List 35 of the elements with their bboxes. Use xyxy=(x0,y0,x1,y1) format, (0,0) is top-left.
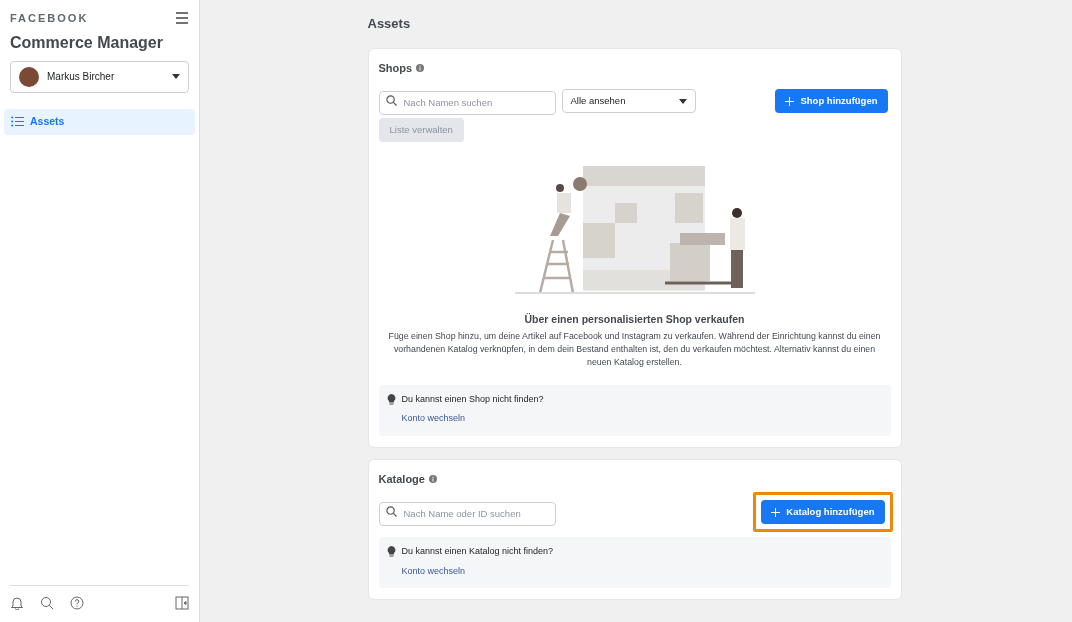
help-icon[interactable] xyxy=(70,596,84,610)
empty-state-heading: Über einen personalisierten Shop verkaufen xyxy=(523,312,746,328)
search-icon xyxy=(385,506,397,518)
section-title: Kataloge xyxy=(378,471,425,487)
add-catalog-button[interactable]: Katalog hinzufügen xyxy=(761,500,885,525)
plus-icon xyxy=(771,507,781,517)
plus-icon xyxy=(785,96,795,106)
notification-icon[interactable] xyxy=(10,596,24,610)
list-icon xyxy=(11,116,24,127)
brand-label: FACEBOOK xyxy=(10,11,89,26)
info-icon xyxy=(416,63,425,72)
add-shop-button[interactable]: Shop hinzufügen xyxy=(775,89,888,113)
lightbulb-icon xyxy=(386,546,396,558)
caret-icon xyxy=(172,74,180,79)
menu-icon[interactable] xyxy=(175,12,189,25)
app-title: Commerce Manager xyxy=(9,32,164,53)
search-icon[interactable] xyxy=(40,596,54,610)
filter-dropdown[interactable]: Alle ansehen xyxy=(561,89,696,113)
empty-state-text: Füge einen Shop hinzu, um deine Artikel auf Facebook und Instagram zu verkaufen. Während der Einrichtung kannst du einen vorhandenen Katalog verknüpfen, in dem dein Bestand enthalten ist, den du verkaufen möchtest. Alternativ kannst du einen neuen Katalog erstellen. xyxy=(387,329,882,369)
lightbulb-icon xyxy=(386,393,396,405)
nav-item[interactable]: Assets xyxy=(4,108,195,135)
switch-account-link[interactable]: Konto wechseln xyxy=(401,412,544,426)
section-title: Shops xyxy=(378,60,413,76)
avatar xyxy=(19,66,39,87)
account-dropdown[interactable]: Markus Bircher xyxy=(10,60,189,93)
panel-toggle-icon[interactable] xyxy=(175,596,189,610)
switch-account-link[interactable]: Konto wechseln xyxy=(401,564,554,579)
search-field[interactable]: Nach Namen suchen xyxy=(378,90,556,115)
search-icon xyxy=(385,95,397,106)
page-title: Assets xyxy=(367,15,412,33)
caret-icon xyxy=(678,98,687,104)
search-field[interactable]: Nach Name oder ID suchen xyxy=(378,501,556,526)
tip-text: Du kannst einen Shop nicht finden? xyxy=(401,392,544,406)
info-icon xyxy=(428,475,437,484)
tip-text: Du kannst einen Katalog nicht finden? xyxy=(401,545,554,559)
